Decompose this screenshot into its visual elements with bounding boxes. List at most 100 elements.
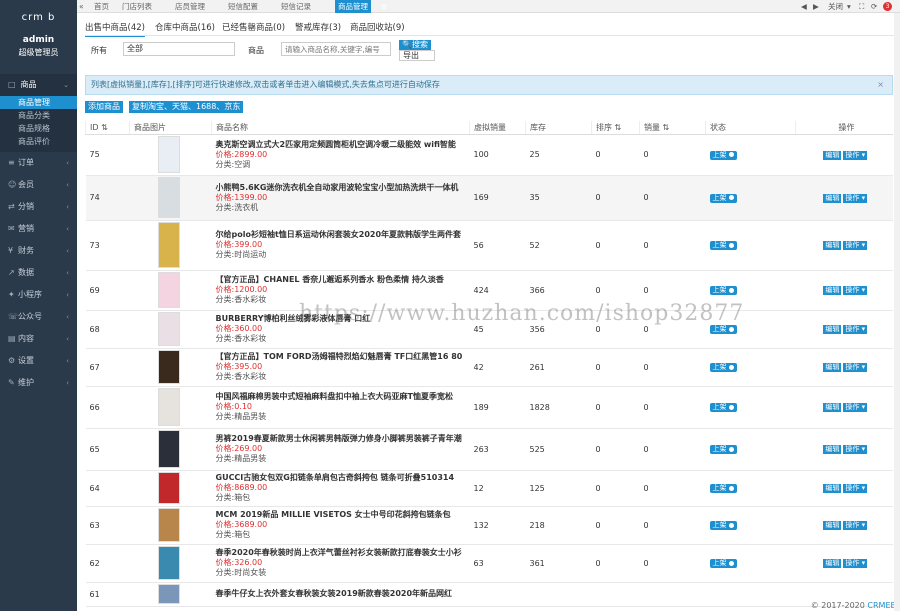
tab-scroll-left-icon[interactable]: « xyxy=(79,0,84,13)
sidebar-item[interactable]: ☏公众号 ‹ xyxy=(0,306,77,328)
edit-button[interactable]: 编辑 xyxy=(823,241,842,250)
product-image[interactable] xyxy=(157,312,180,346)
cell-stock[interactable]: 35 xyxy=(525,175,592,221)
more-actions-button[interactable]: 操作 ▾ xyxy=(843,241,868,250)
refresh-icon[interactable]: ⟳ xyxy=(871,0,877,13)
cell-sort[interactable]: 0 xyxy=(591,428,640,471)
search-input[interactable] xyxy=(281,42,391,56)
cell-virtual-sales[interactable]: 45 xyxy=(469,310,526,349)
edit-button[interactable]: 编辑 xyxy=(823,521,842,530)
product-image[interactable] xyxy=(157,350,180,384)
tab-sms-record[interactable]: 短信记录 xyxy=(278,0,314,13)
more-actions-button[interactable]: 操作 ▾ xyxy=(843,445,868,454)
edit-button[interactable]: 编辑 xyxy=(823,193,842,203)
table-row[interactable]: 63 MCM 2019新品 MILLIE VISETOS 女士中号印花斜挎包链条包… xyxy=(85,506,893,545)
cell-stock[interactable]: 361 xyxy=(525,544,592,583)
tab-sms-config[interactable]: 短信配置 xyxy=(225,0,261,13)
product-image[interactable] xyxy=(157,177,180,218)
table-row[interactable]: 73 尔给polo衫短袖t恤日系运动休闲套装女2020年夏款韩版学生两件套 价格:3… xyxy=(85,220,893,271)
cell-stock[interactable]: 1828 xyxy=(525,386,592,429)
cell-virtual-sales[interactable]: 263 xyxy=(469,428,526,471)
more-actions-button[interactable]: 操作 ▾ xyxy=(843,521,868,530)
cell-sort[interactable]: 0 xyxy=(591,470,640,507)
product-image[interactable] xyxy=(157,584,180,604)
status-toggle[interactable]: 上架 xyxy=(709,193,737,203)
tab-goods-manage[interactable]: 商品管理 xyxy=(335,0,371,13)
product-image[interactable] xyxy=(157,472,180,504)
sidebar-item[interactable]: ⇄ 分销 ‹ xyxy=(0,196,77,218)
status-toggle[interactable]: 上架 xyxy=(709,286,737,295)
admin-name[interactable]: admin xyxy=(0,35,77,45)
table-row[interactable]: 67 【官方正品】TOM FORD汤姆福特烈焰幻魅唇膏 TF口红黑管16 80 价格… xyxy=(85,348,893,387)
cell-stock[interactable]: 25 xyxy=(525,134,592,176)
cell-sort[interactable]: 0 xyxy=(591,348,640,387)
tab-staff[interactable]: 店员管理 xyxy=(172,0,208,13)
scrollbar[interactable] xyxy=(894,13,900,611)
cell-virtual-sales[interactable]: 100 xyxy=(469,134,526,176)
product-image[interactable] xyxy=(157,222,180,268)
sidebar-sub-goods-manage[interactable]: 商品管理 xyxy=(0,96,77,109)
cell-stock[interactable]: 366 xyxy=(525,270,592,311)
cell-sort[interactable]: 0 xyxy=(591,134,640,176)
cell-sort[interactable]: 0 xyxy=(591,220,640,271)
cell-sort[interactable] xyxy=(591,582,640,607)
edit-button[interactable]: 编辑 xyxy=(823,150,842,160)
close-tabs-button[interactable]: 关闭 xyxy=(828,0,843,13)
edit-button[interactable]: 编辑 xyxy=(823,403,842,412)
table-row[interactable]: 66 中国风福麻棉男装中式短袖麻料盘扣中袖上衣大码亚麻T恤夏季宽松 价格:0.10 分… xyxy=(85,386,893,429)
more-actions-button[interactable]: 操作 ▾ xyxy=(843,559,868,568)
cell-virtual-sales[interactable]: 424 xyxy=(469,270,526,311)
cell-sort[interactable]: 0 xyxy=(591,270,640,311)
tab-next-icon[interactable]: ▶ xyxy=(813,0,819,13)
sidebar-item[interactable]: ✎ 维护 ‹ xyxy=(0,372,77,394)
cell-virtual-sales[interactable]: 132 xyxy=(469,506,526,545)
cell-sort[interactable]: 0 xyxy=(591,310,640,349)
tab-prev-icon[interactable]: ◀ xyxy=(801,0,807,13)
sidebar-item[interactable]: ⚙ 设置 ‹ xyxy=(0,350,77,372)
status-toggle[interactable]: 上架 xyxy=(709,445,737,454)
table-row[interactable]: 61 春季牛仔女上衣外套女春秋装女装2019新款春装2020年新品网红 xyxy=(85,582,893,607)
search-button[interactable]: 🔍搜索 xyxy=(399,40,431,50)
cell-stock[interactable]: 525 xyxy=(525,428,592,471)
sidebar-item-goods[interactable]: □ 商品 ⌄ xyxy=(0,74,77,96)
edit-button[interactable]: 编辑 xyxy=(823,559,842,568)
subtab-sold-out[interactable]: 已经售罄商品(0) xyxy=(222,21,285,33)
edit-button[interactable]: 编辑 xyxy=(823,325,842,334)
sidebar-item[interactable]: ✉ 营销 ‹ xyxy=(0,218,77,240)
product-image[interactable] xyxy=(157,546,180,580)
table-row[interactable]: 74 小熊鸭5.6KG迷你洗衣机全自动家用波轮宝宝小型加热洗烘干一体机 价格:139… xyxy=(85,175,893,221)
cell-sort[interactable]: 0 xyxy=(591,175,640,221)
table-row[interactable]: 69 【官方正品】CHANEL 香奈儿邂逅系列香水 粉色柔情 持久淡香 价格:120… xyxy=(85,270,893,311)
sidebar-item[interactable]: ✦ 小程序 ‹ xyxy=(0,284,77,306)
sidebar-sub-goods-category[interactable]: 商品分类 xyxy=(0,109,77,122)
tab-home[interactable]: 首页 xyxy=(91,0,112,13)
edit-button[interactable]: 编辑 xyxy=(823,445,842,454)
status-select[interactable]: 全部 xyxy=(123,42,235,56)
copy-goods-button[interactable]: 复制淘宝、天猫、1688、京东 xyxy=(129,101,244,113)
tab-close-icon[interactable]: ⊗ xyxy=(381,0,387,13)
sidebar-item[interactable]: ≡ 订单 ‹ xyxy=(0,152,77,174)
status-toggle[interactable]: 上架 xyxy=(709,150,737,160)
subtab-recycle[interactable]: 商品回收站(9) xyxy=(350,21,405,33)
product-image[interactable] xyxy=(157,430,180,468)
export-button[interactable]: 导出 xyxy=(399,50,435,61)
sidebar-item[interactable]: ↗ 数据 ‹ xyxy=(0,262,77,284)
status-toggle[interactable]: 上架 xyxy=(709,363,737,372)
cell-stock[interactable]: 125 xyxy=(525,470,592,507)
edit-button[interactable]: 编辑 xyxy=(823,286,842,295)
more-actions-button[interactable]: 操作 ▾ xyxy=(843,325,868,334)
close-icon[interactable]: × xyxy=(877,76,884,94)
table-row[interactable]: 65 男裤2019春夏新款男士休闲裤男韩版弹力修身小脚裤男装裤子青年潮 价格:269… xyxy=(85,428,893,471)
cell-stock[interactable]: 52 xyxy=(525,220,592,271)
more-actions-button[interactable]: 操作 ▾ xyxy=(843,363,868,372)
sidebar-item[interactable]: ¥ 财务 ‹ xyxy=(0,240,77,262)
col-id[interactable]: ID ⇅ xyxy=(85,121,130,135)
tab-store-list[interactable]: 门店列表 xyxy=(119,0,155,13)
more-actions-button[interactable]: 操作 ▾ xyxy=(843,150,868,160)
table-row[interactable]: 62 春季2020年春秋装时尚上衣洋气蕾丝衬衫女装新款打底春装女士小衫 价格:326… xyxy=(85,544,893,583)
more-actions-button[interactable]: 操作 ▾ xyxy=(843,403,868,412)
cell-virtual-sales[interactable]: 56 xyxy=(469,220,526,271)
table-row[interactable]: 75 奥克斯空调立式大2匹家用定频圆筒柜机空调冷暖二级能效 wifi智能 价格:28… xyxy=(85,134,893,176)
product-image[interactable] xyxy=(157,136,180,173)
cell-sort[interactable]: 0 xyxy=(591,506,640,545)
